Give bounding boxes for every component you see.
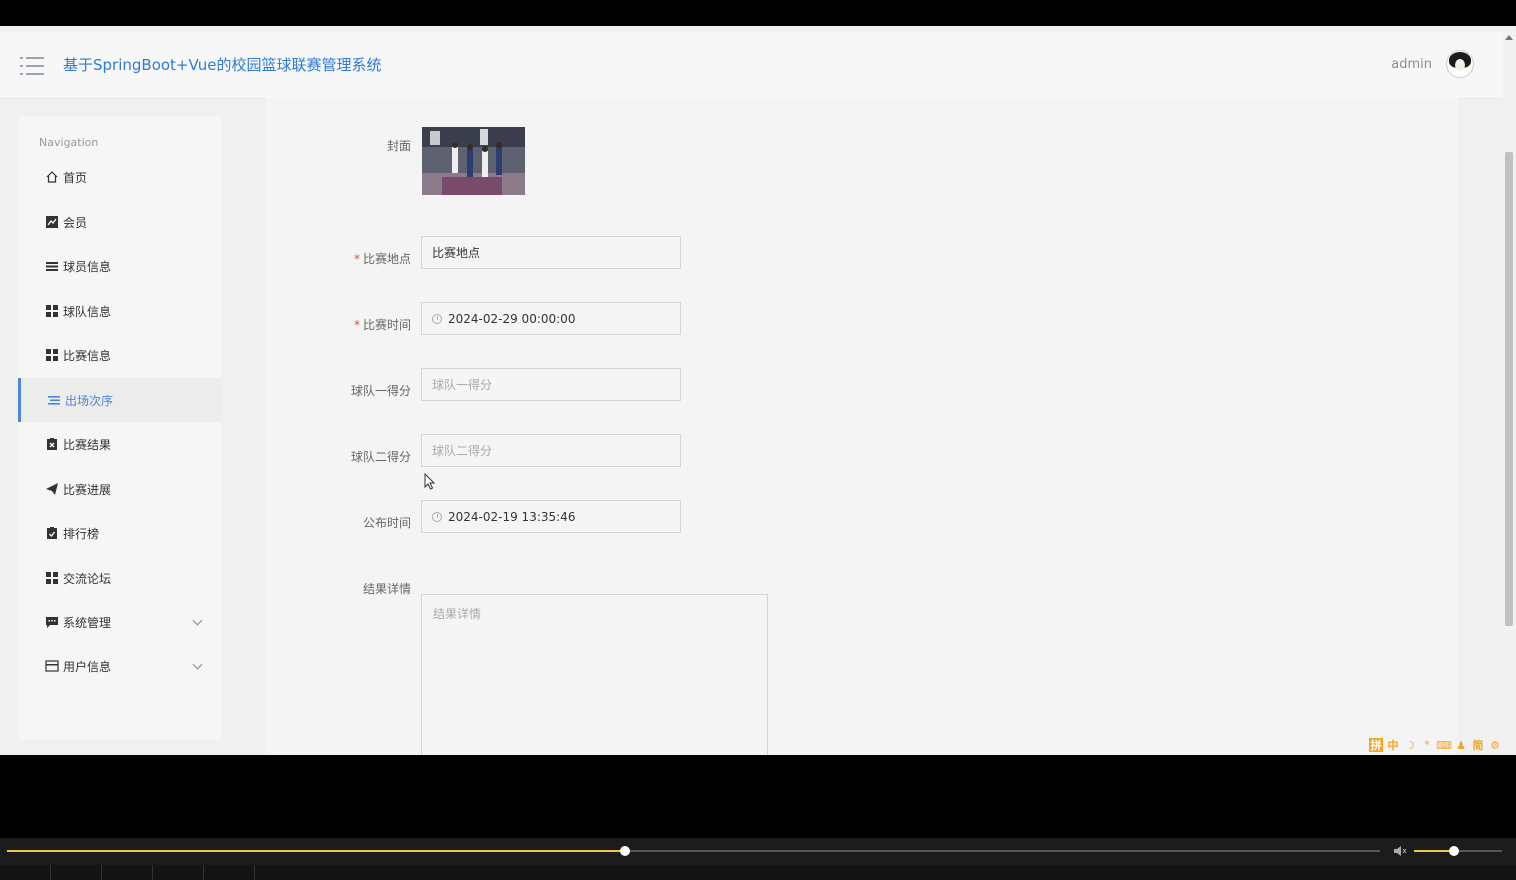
- sidebar-item-home[interactable]: 首页: [18, 155, 221, 199]
- team1-score-input[interactable]: 球队一得分: [421, 368, 681, 401]
- top-header: 基于SpringBoot+Vue的校园篮球联赛管理系统 admin: [0, 32, 1502, 99]
- page-scrollbar[interactable]: [1502, 26, 1516, 755]
- chevron-down-icon: [192, 659, 203, 670]
- sidebar-item-label: 球员信息: [63, 259, 112, 274]
- ime-button[interactable]: 简: [1471, 738, 1485, 752]
- sidebar-item-match-results[interactable]: 比赛结果: [18, 422, 221, 466]
- clock-icon: [432, 511, 442, 522]
- grid-icon: [46, 349, 58, 361]
- avatar[interactable]: [1446, 50, 1474, 78]
- app-window: 基于SpringBoot+Vue的校园篮球联赛管理系统 admin Naviga…: [0, 26, 1516, 755]
- sidebar-item-label: 交流论坛: [63, 571, 112, 586]
- match-time-value: 2024-02-29 00:00:00: [448, 311, 576, 326]
- scroll-up-arrow-icon[interactable]: [1505, 35, 1513, 40]
- chart-icon: [46, 216, 58, 228]
- sidebar-item-user-info[interactable]: 用户信息: [18, 644, 221, 688]
- list-icon: [46, 262, 58, 271]
- sidebar-item-label: 用户信息: [63, 659, 112, 674]
- team2-score-input[interactable]: 球队二得分: [421, 434, 681, 467]
- match-time-label: * 比赛时间: [353, 318, 411, 332]
- sidebar-item-match-progress[interactable]: 比赛进展: [18, 467, 221, 511]
- sidebar-item-label: 会员: [63, 215, 88, 230]
- sidebar-item-label: 首页: [63, 170, 88, 185]
- chat-icon: [46, 617, 58, 628]
- card-icon: [45, 660, 59, 672]
- sidebar-item-matches[interactable]: 比赛信息: [18, 333, 221, 377]
- volume-icon[interactable]: [1393, 845, 1407, 857]
- volume-handle[interactable]: [1448, 846, 1459, 856]
- ime-button[interactable]: 中: [1386, 738, 1400, 752]
- basketball-photo-image: [422, 127, 525, 195]
- sidebar-item-forum[interactable]: 交流论坛: [18, 556, 221, 600]
- publish-time-value: 2024-02-19 13:35:46: [448, 509, 576, 524]
- ime-button[interactable]: ♟: [1454, 738, 1468, 752]
- ime-button[interactable]: 拼: [1369, 738, 1383, 752]
- clock-icon: [432, 313, 442, 324]
- sidebar-item-label: 比赛进展: [63, 482, 112, 497]
- mouse-cursor-icon: [424, 473, 436, 490]
- sidebar-item-leaderboard[interactable]: 排行榜: [18, 511, 221, 555]
- clipboard-check-icon: [47, 527, 57, 539]
- result-detail-textarea[interactable]: 结果详情: [421, 594, 768, 755]
- sidebar-item-system-management[interactable]: 系统管理: [18, 600, 221, 644]
- location-input[interactable]: 比赛地点: [421, 236, 681, 269]
- chevron-down-icon: [192, 615, 203, 626]
- publish-time-label: 公布时间: [362, 516, 411, 530]
- nav-title: Navigation: [39, 136, 99, 149]
- form-panel: 封面 * 比赛地点 比赛地点 * 比赛时间 2024-02-29 00:00:0…: [265, 98, 1458, 755]
- ime-button[interactable]: ⚙: [1488, 738, 1502, 752]
- ime-toolbar: 拼 中 ☽ ° ⌨ ♟ 简 ⚙: [1369, 738, 1502, 752]
- location-label: * 比赛地点: [353, 252, 411, 266]
- sidebar-item-players[interactable]: 球员信息: [18, 244, 221, 288]
- video-player-bar: [0, 838, 1516, 880]
- sidebar-item-lineup-order[interactable]: 出场次序: [18, 378, 221, 422]
- location-value: 比赛地点: [432, 246, 481, 260]
- sidebar-item-label: 比赛结果: [63, 437, 112, 452]
- seek-progress: [7, 850, 625, 852]
- seek-handle[interactable]: [619, 846, 630, 856]
- result-detail-label: 结果详情: [362, 582, 411, 596]
- ime-button[interactable]: ⌨: [1436, 738, 1452, 752]
- ime-button[interactable]: ☽: [1403, 738, 1417, 752]
- sidebar-item-members[interactable]: 会员: [18, 200, 221, 244]
- user-name: admin: [1391, 56, 1432, 72]
- team1-score-label: 球队一得分: [350, 384, 411, 398]
- volume-level: [1414, 850, 1454, 852]
- sidebar-item-teams[interactable]: 球队信息: [18, 289, 221, 333]
- sidebar-item-label: 系统管理: [63, 615, 112, 630]
- team2-score-label: 球队二得分: [350, 450, 411, 464]
- team2-score-placeholder: 球队二得分: [432, 444, 493, 458]
- match-time-picker[interactable]: 2024-02-29 00:00:00: [421, 302, 681, 335]
- sidebar-nav: Navigation 首页 会员 球员信息 球队信息 比赛信息 出场次序 比赛结…: [18, 116, 221, 740]
- cover-label: 封面: [386, 139, 411, 153]
- sidebar-item-label: 排行榜: [63, 526, 100, 541]
- paper-plane-icon: [46, 483, 58, 495]
- cover-image[interactable]: [422, 127, 525, 195]
- sidebar-item-label: 比赛信息: [63, 348, 112, 363]
- home-icon: [46, 171, 58, 183]
- user-menu[interactable]: admin: [1391, 50, 1474, 78]
- scrollbar-thumb[interactable]: [1505, 152, 1513, 626]
- player-bottom-strip: [0, 865, 1516, 880]
- grid-icon: [46, 572, 58, 584]
- ime-button[interactable]: °: [1420, 738, 1434, 752]
- list-icon: [48, 396, 60, 405]
- publish-time-picker[interactable]: 2024-02-19 13:35:46: [421, 500, 681, 533]
- sidebar-item-label: 球队信息: [63, 304, 112, 319]
- clipboard-x-icon: [47, 438, 57, 450]
- team1-score-placeholder: 球队一得分: [432, 378, 493, 392]
- menu-toggle-icon[interactable]: [20, 56, 44, 76]
- sidebar-item-label: 出场次序: [65, 393, 114, 408]
- grid-icon: [46, 305, 58, 317]
- app-title: 基于SpringBoot+Vue的校园篮球联赛管理系统: [63, 56, 382, 74]
- result-detail-placeholder: 结果详情: [433, 607, 482, 621]
